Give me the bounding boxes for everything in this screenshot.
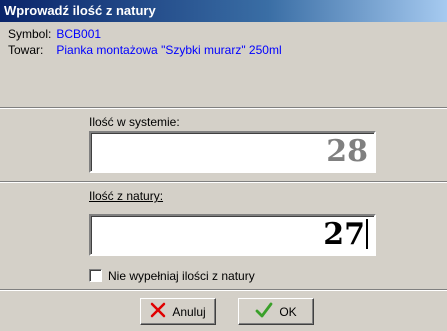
cancel-button[interactable]: Anuluj <box>140 298 216 325</box>
symbol-value: BCB001 <box>56 27 102 41</box>
item-value: Pianka montażowa "Szybki murarz" 250ml <box>56 43 282 57</box>
ok-label: OK <box>279 304 297 319</box>
ok-button[interactable]: OK <box>238 298 314 325</box>
item-row: Towar: Pianka montażowa "Szybki murarz" … <box>8 43 282 57</box>
checkbox-label: Nie wypełniaj ilości z natury <box>108 269 255 283</box>
nature-qty-label-text: Ilość z natury: <box>89 189 164 203</box>
cancel-label: Anuluj <box>172 304 206 319</box>
system-qty-value: 28 <box>326 134 368 169</box>
separator <box>0 182 447 183</box>
system-qty-field: 28 <box>89 131 376 173</box>
nature-qty-label: Ilość z natury: <box>89 189 163 203</box>
symbol-row: Symbol: BCB001 <box>8 27 101 41</box>
cross-icon <box>150 302 166 321</box>
skip-nature-qty-checkbox[interactable]: Nie wypełniaj ilości z natury <box>89 269 255 283</box>
checkbox-box[interactable] <box>89 269 102 282</box>
window-title: Wprowadź ilość z natury <box>0 0 447 22</box>
symbol-label: Symbol: <box>8 27 52 41</box>
separator <box>0 108 447 109</box>
system-qty-label: Ilość w systemie: <box>89 115 180 129</box>
item-label: Towar: <box>8 43 44 57</box>
nature-qty-input[interactable]: 27 <box>89 214 376 256</box>
text-caret <box>366 219 368 249</box>
checkmark-icon <box>255 302 273 321</box>
nature-qty-value: 27 <box>323 217 365 252</box>
separator <box>0 290 447 291</box>
product-info: Symbol: BCB001 Towar: Pianka montażowa "… <box>0 22 447 108</box>
